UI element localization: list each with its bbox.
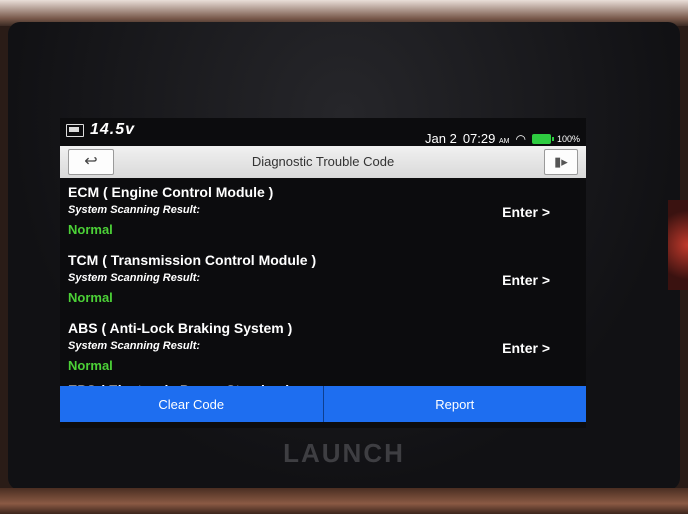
module-row-abs: ABS ( Anti-Lock Braking System ) System …: [60, 316, 586, 384]
page-title: Diagnostic Trouble Code: [251, 154, 395, 169]
battery-percent: 100%: [556, 133, 580, 144]
module-name: ECM ( Engine Control Module ): [68, 184, 274, 200]
device-screen: 14.5v Jan 2 07:29 AM ◠ 100% ↩ Diagnostic…: [60, 118, 586, 428]
report-button[interactable]: Report: [323, 386, 586, 422]
module-name: ABS ( Anti-Lock Braking System ): [68, 320, 293, 336]
wifi-icon: ◠: [515, 131, 526, 146]
title-bar: ↩ Diagnostic Trouble Code ▮▸: [60, 146, 586, 178]
battery-icon: [531, 133, 554, 144]
status-time: 07:29 AM: [463, 131, 510, 146]
status-right: Jan 2 07:29 AM ◠ 100%: [425, 131, 580, 146]
scan-result-label: System Scanning Result:: [68, 272, 201, 284]
module-row-ecm: ECM ( Engine Control Module ) System Sca…: [60, 180, 586, 248]
status-date: Jan 2: [425, 131, 457, 146]
exit-button[interactable]: ▮▸: [544, 149, 578, 175]
battery-voltage: 14.5v: [90, 121, 136, 138]
vci-icon: [66, 123, 84, 137]
clear-code-button[interactable]: Clear Code: [60, 386, 324, 422]
module-name: TCM ( Transmission Control Module ): [68, 252, 317, 268]
scan-result-value: Normal: [68, 290, 113, 305]
scan-result-value: Normal: [68, 358, 113, 373]
module-row-tcm: TCM ( Transmission Control Module ) Syst…: [60, 248, 586, 316]
brand-logo: LAUNCH: [283, 438, 405, 468]
scan-result-value: Normal: [68, 222, 113, 237]
device-side-button: [668, 200, 688, 290]
scan-result-label: System Scanning Result:: [68, 204, 201, 216]
status-bar: 14.5v Jan 2 07:29 AM ◠ 100%: [60, 118, 586, 146]
exit-door-icon: ▮▸: [554, 154, 568, 169]
bottom-action-bar: Clear Code Report: [60, 386, 586, 422]
status-time-value: 07:29: [462, 131, 496, 146]
enter-button-abs[interactable]: Enter >: [502, 340, 550, 356]
enter-button-tcm[interactable]: Enter >: [502, 272, 550, 288]
photo-background-bottom: [0, 488, 688, 514]
scan-result-label: System Scanning Result:: [68, 340, 201, 352]
enter-button-ecm[interactable]: Enter >: [502, 204, 550, 220]
status-ampm: AM: [498, 138, 510, 145]
status-left: 14.5v: [66, 121, 135, 139]
